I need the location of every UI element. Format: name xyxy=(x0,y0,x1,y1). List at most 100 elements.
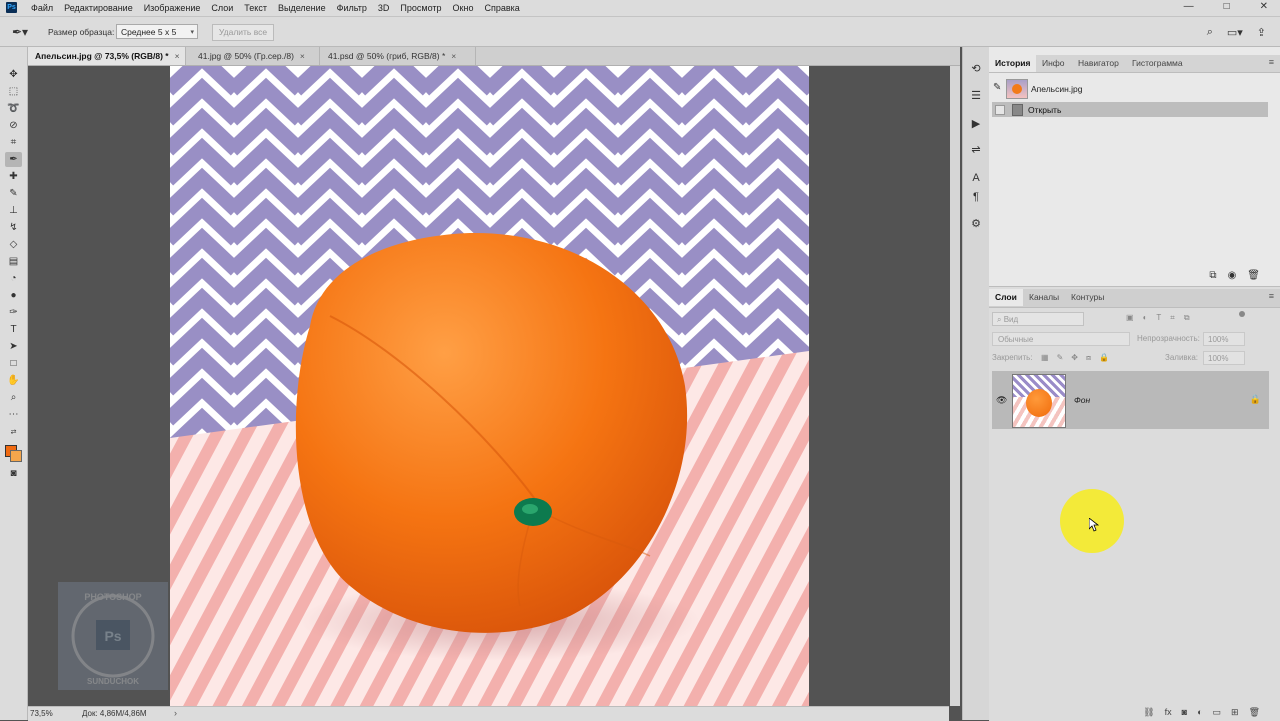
menu-view[interactable]: Просмотр xyxy=(400,3,441,13)
menu-layers[interactable]: Слои xyxy=(211,3,233,13)
new-layer-icon[interactable]: ⊞ xyxy=(1231,707,1239,718)
workspace-icon[interactable]: ▭▾ xyxy=(1227,26,1243,39)
trash-icon[interactable]: 🗑 xyxy=(1249,707,1260,718)
tab-info[interactable]: Инфо xyxy=(1036,55,1071,72)
filter-adjustment-icon[interactable]: ◐ xyxy=(1143,313,1148,323)
eraser-tool-icon[interactable]: ◇ xyxy=(5,237,22,252)
path-select-tool-icon[interactable]: ➤ xyxy=(5,339,22,354)
marquee-tool-icon[interactable]: ⬚ xyxy=(5,84,22,99)
link-layers-icon[interactable]: ⛓ xyxy=(1143,707,1154,718)
type-tool-icon[interactable]: T xyxy=(5,322,22,337)
close-window-button[interactable]: ✕ xyxy=(1260,1,1268,12)
filter-smart-icon[interactable]: ⧉ xyxy=(1184,313,1190,323)
history-snapshot[interactable]: ✎ Апельсин.jpg xyxy=(989,77,1280,99)
minimize-button[interactable]: — xyxy=(1184,1,1194,12)
tab-orange-jpg[interactable]: Апельсин.jpg @ 73,5% (RGB/8) * × xyxy=(28,47,186,65)
quick-select-tool-icon[interactable]: ⊘ xyxy=(5,118,22,133)
character-icon[interactable]: A xyxy=(969,171,983,185)
panel-menu-icon[interactable]: ≡ xyxy=(1269,57,1274,67)
menu-window[interactable]: Окно xyxy=(453,3,474,13)
layer-filter-select[interactable]: ⌕ Вид xyxy=(992,312,1084,326)
menu-edit[interactable]: Редактирование xyxy=(64,3,133,13)
filter-toggle[interactable] xyxy=(1239,311,1245,317)
healing-tool-icon[interactable]: ✚ xyxy=(5,169,22,184)
zoom-tool-icon[interactable]: ⌕ xyxy=(5,390,22,405)
lock-position-icon[interactable]: ✥ xyxy=(1071,353,1078,363)
quick-mask-icon[interactable]: ◙ xyxy=(5,466,22,481)
delete-all-button[interactable]: Удалить все xyxy=(212,24,274,41)
move-tool-icon[interactable]: ✥ xyxy=(5,67,22,82)
menu-help[interactable]: Справка xyxy=(484,3,519,13)
properties-icon[interactable]: ☰ xyxy=(969,89,983,103)
tab-navigator[interactable]: Навигатор xyxy=(1072,55,1125,72)
fill-field[interactable]: 100% xyxy=(1203,351,1245,365)
document-image[interactable] xyxy=(170,66,809,706)
actions-play-icon[interactable]: ▶ xyxy=(969,117,983,131)
tab-history[interactable]: История xyxy=(989,55,1037,72)
tab-41-jpg[interactable]: 41.jpg @ 50% (Гр.сер./8) × xyxy=(191,47,320,65)
adjustment-layer-icon[interactable]: ◐ xyxy=(1197,707,1202,718)
camera-icon[interactable]: ◉ xyxy=(1228,270,1237,281)
stamp-tool-icon[interactable]: ⊥ xyxy=(5,203,22,218)
tab-histogram[interactable]: Гистограмма xyxy=(1126,55,1189,72)
tab-41-psd[interactable]: 41.psd @ 50% (гриб, RGB/8) * × xyxy=(321,47,476,65)
history-brush-source-icon[interactable]: ✎ xyxy=(993,82,1001,93)
filter-shape-icon[interactable]: ⌗ xyxy=(1170,313,1175,323)
history-source-checkbox[interactable] xyxy=(995,105,1005,115)
vertical-scrollbar[interactable] xyxy=(950,66,960,706)
history-brush-icon[interactable]: ↯ xyxy=(5,220,22,235)
shape-tool-icon[interactable]: □ xyxy=(5,356,22,371)
share-icon[interactable]: ⇪ xyxy=(1257,26,1266,39)
eyedropper-tool-icon[interactable]: ✒ xyxy=(5,152,22,167)
adjustments-icon[interactable]: ⇌ xyxy=(969,143,983,157)
maximize-button[interactable]: □ xyxy=(1224,1,1230,12)
search-icon[interactable]: ⌕ xyxy=(1207,26,1213,39)
lock-icon[interactable]: 🔒 xyxy=(1250,394,1261,405)
pen-tool-icon[interactable]: ✑ xyxy=(5,305,22,320)
tab-paths[interactable]: Контуры xyxy=(1065,289,1110,306)
history-brush-panel-icon[interactable]: ⟲ xyxy=(969,62,983,76)
menu-type[interactable]: Текст xyxy=(244,3,267,13)
opacity-field[interactable]: 100% xyxy=(1203,332,1245,346)
layer-row[interactable]: 👁 Фон 🔒 xyxy=(992,371,1269,429)
filter-type-icon[interactable]: T xyxy=(1156,313,1161,323)
sample-size-select[interactable]: Среднее 5 x 5 ▾ xyxy=(116,24,198,39)
lock-pixels-icon[interactable]: ✎ xyxy=(1057,353,1064,363)
libraries-icon[interactable]: ⚙ xyxy=(969,217,983,231)
close-icon[interactable]: × xyxy=(451,51,456,61)
brush-tool-icon[interactable]: ✎ xyxy=(5,186,22,201)
more-tools-icon[interactable]: ⋯ xyxy=(5,407,22,422)
panel-menu-icon[interactable]: ≡ xyxy=(1269,291,1274,301)
swap-colors-icon[interactable]: ⇄ xyxy=(5,425,22,440)
new-document-from-state-icon[interactable]: ⧉ xyxy=(1209,270,1216,281)
blend-mode-select[interactable]: Обычные xyxy=(992,332,1130,346)
menu-select[interactable]: Выделение xyxy=(278,3,326,13)
menu-filter[interactable]: Фильтр xyxy=(337,3,367,13)
menu-file[interactable]: Файл xyxy=(31,3,53,13)
paragraph-icon[interactable]: ¶ xyxy=(969,190,983,204)
close-icon[interactable]: × xyxy=(300,51,305,61)
dodge-tool-icon[interactable]: ● xyxy=(5,288,22,303)
lock-all-icon[interactable]: 🔒 xyxy=(1099,353,1109,363)
background-color-swatch[interactable] xyxy=(10,450,22,462)
trash-icon[interactable]: 🗑 xyxy=(1247,270,1260,281)
fx-icon[interactable]: fx xyxy=(1165,707,1172,718)
menu-3d[interactable]: 3D xyxy=(378,3,390,13)
lock-transparency-icon[interactable]: ▦ xyxy=(1041,353,1049,363)
zoom-level[interactable]: 73,5% xyxy=(30,709,60,718)
tab-channels[interactable]: Каналы xyxy=(1023,289,1065,306)
menu-image[interactable]: Изображение xyxy=(144,3,201,13)
lock-artboard-icon[interactable]: ⧈ xyxy=(1086,353,1091,363)
close-icon[interactable]: × xyxy=(175,51,180,61)
filter-pixel-icon[interactable]: ▣ xyxy=(1126,313,1134,323)
status-arrow-icon[interactable]: › xyxy=(174,708,177,718)
crop-tool-icon[interactable]: ⌗ xyxy=(5,135,22,150)
tab-layers[interactable]: Слои xyxy=(989,289,1023,306)
group-icon[interactable]: ▭ xyxy=(1213,707,1222,718)
lasso-tool-icon[interactable]: ➰ xyxy=(5,101,22,116)
layer-name[interactable]: Фон xyxy=(1074,395,1090,405)
eye-icon[interactable]: 👁 xyxy=(996,395,1007,406)
eyedropper-icon[interactable]: ✒▾ xyxy=(12,25,28,39)
hand-tool-icon[interactable]: ✋ xyxy=(5,373,22,388)
history-step[interactable]: Открыть xyxy=(992,102,1268,117)
